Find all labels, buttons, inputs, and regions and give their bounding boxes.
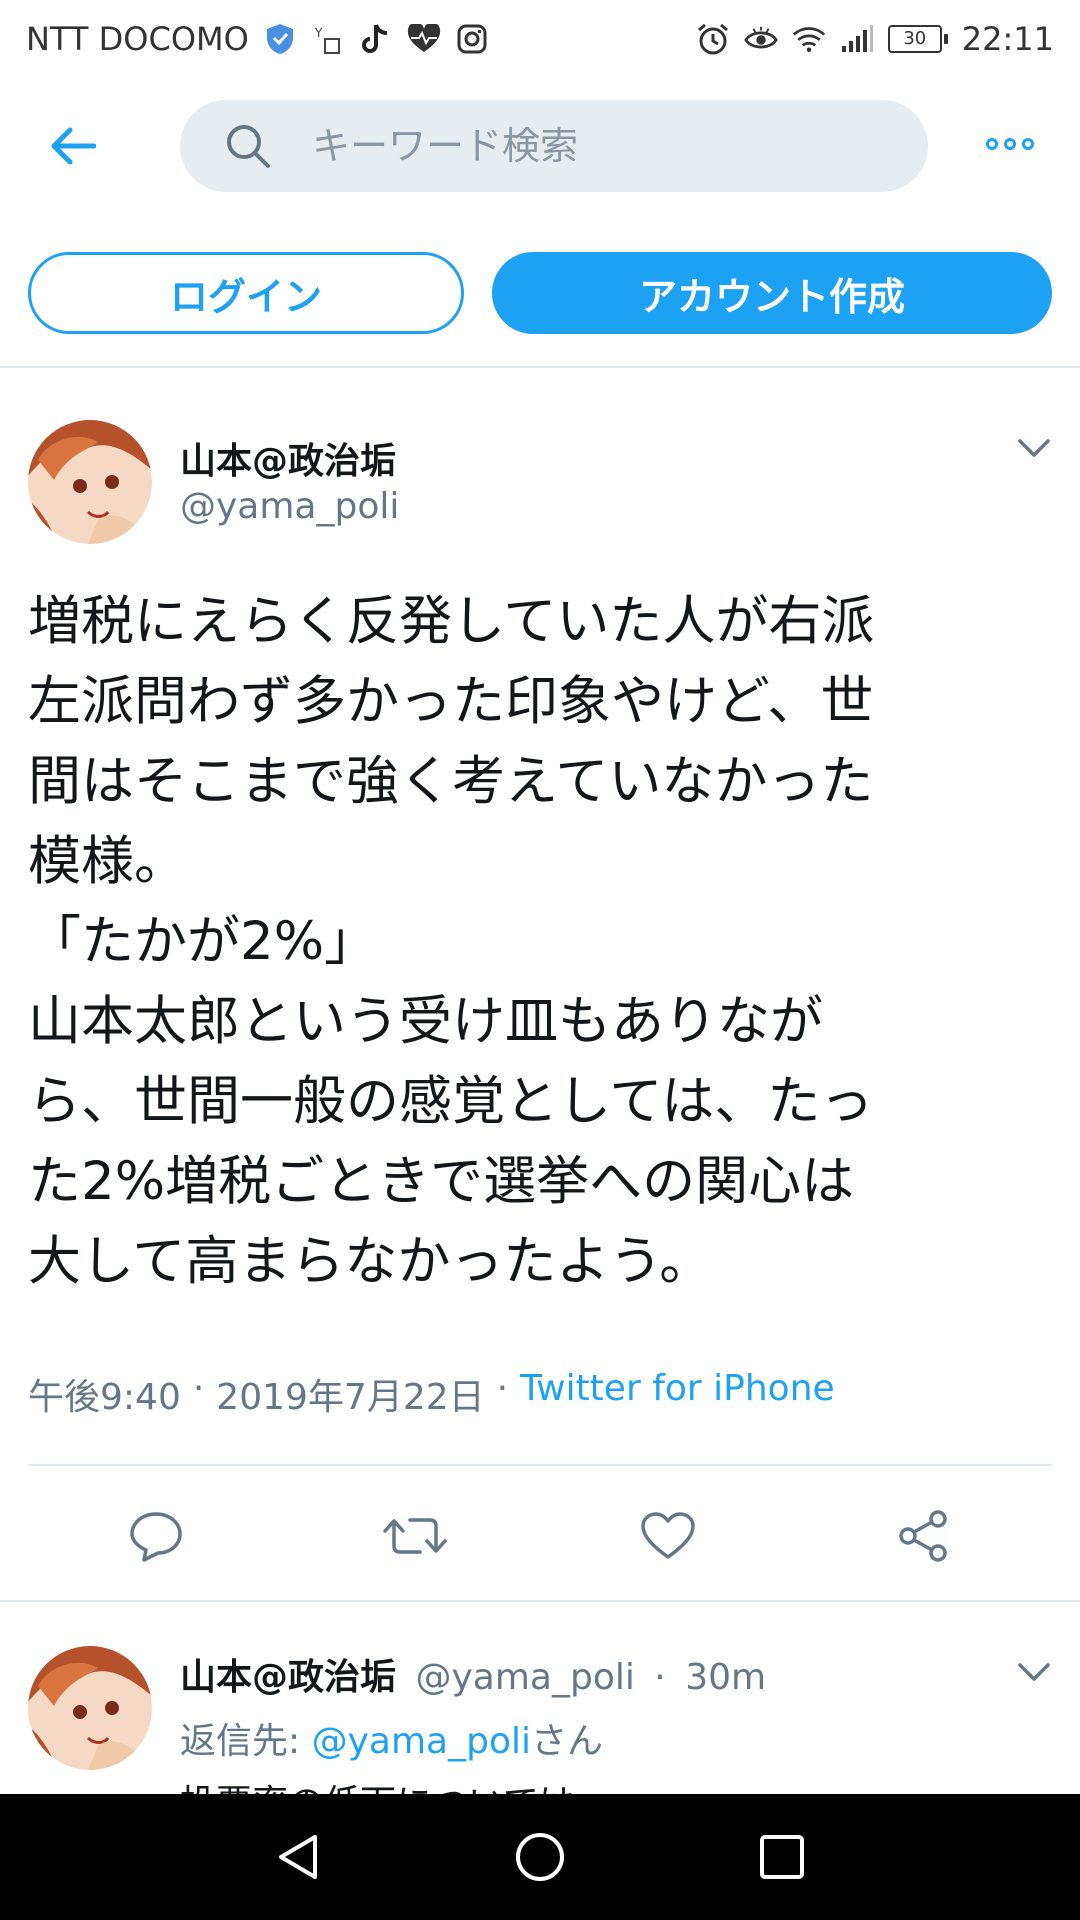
reply-author-handle[interactable]: @yama_poli — [415, 1657, 634, 1698]
more-dot-icon — [1004, 138, 1016, 150]
login-button[interactable]: ログイン — [28, 252, 464, 334]
square-recents-icon — [760, 1835, 804, 1879]
back-button[interactable] — [40, 114, 104, 178]
share-icon — [899, 1510, 947, 1562]
like-button[interactable] — [638, 1506, 698, 1566]
triangle-back-icon — [279, 1835, 317, 1879]
reply-separator: · — [654, 1657, 666, 1698]
share-button[interactable] — [894, 1506, 954, 1566]
search-input[interactable] — [310, 123, 874, 169]
heart-icon — [641, 1512, 695, 1559]
avatar-illustration — [28, 1646, 152, 1770]
battery-indicator: 30 — [887, 25, 948, 53]
reply-header: 山本@政治垢 @yama_poli · 30m — [180, 1648, 766, 1700]
reply-author-name[interactable]: 山本@政治垢 — [180, 1657, 396, 1698]
nfc-icon: Y — [311, 22, 345, 56]
tiktok-icon — [359, 22, 393, 56]
tweet-actions — [0, 1496, 1080, 1576]
wifi-icon — [792, 22, 826, 56]
tweet-divider — [0, 1600, 1080, 1602]
retweet-button[interactable] — [380, 1506, 450, 1566]
header-divider — [0, 366, 1080, 368]
signal-icon — [840, 22, 874, 56]
more-dot-icon — [1022, 138, 1034, 150]
reply-icon — [130, 1512, 182, 1562]
tweet-author-handle[interactable]: @yama_poli — [180, 486, 399, 527]
search-icon — [224, 122, 272, 170]
auth-buttons: ログイン アカウント作成 — [0, 252, 1080, 334]
meta-divider — [28, 1464, 1052, 1466]
tweet-author-name[interactable]: 山本@政治垢 — [180, 432, 396, 484]
search-box[interactable] — [180, 100, 928, 192]
alarm-icon — [696, 22, 730, 56]
avatar-illustration — [28, 420, 152, 544]
nav-recents-button[interactable] — [752, 1827, 812, 1887]
svg-text:Y: Y — [314, 26, 323, 40]
chevron-down-icon[interactable] — [1014, 428, 1054, 468]
tweet-text: 増税にえらく反発していた人が右派 左派問わず多かった印象やけど、世 間はそこまで… — [28, 591, 875, 1292]
retweet-icon — [383, 1518, 447, 1554]
tweet-time: 午後9:40 — [28, 1377, 181, 1418]
instagram-icon — [455, 22, 489, 56]
status-bar: NTT DOCOMO Y 30 22:11 — [0, 0, 1080, 78]
reply-button[interactable] — [126, 1506, 186, 1566]
search-header — [0, 78, 1080, 216]
clock: 22:11 — [961, 20, 1054, 58]
meta-separator: · — [496, 1368, 509, 1409]
meta-separator: · — [192, 1368, 205, 1409]
more-options-button[interactable] — [980, 124, 1040, 164]
more-dot-icon — [986, 138, 998, 150]
eye-icon — [744, 22, 778, 56]
tweet-source-link[interactable]: Twitter for iPhone — [520, 1368, 835, 1420]
replying-to-suffix: さん — [530, 1721, 603, 1762]
tweet-date: 2019年7月22日 — [216, 1377, 485, 1418]
heart-pulse-icon — [407, 22, 441, 56]
create-account-button[interactable]: アカウント作成 — [492, 252, 1052, 334]
arrow-left-icon — [51, 127, 96, 165]
replying-to-prefix: 返信先: — [180, 1721, 301, 1762]
battery-cap — [943, 34, 948, 44]
reply-avatar[interactable] — [28, 1646, 152, 1770]
replying-to-handle[interactable]: @yama_poli — [312, 1721, 531, 1762]
battery-level: 30 — [887, 25, 942, 53]
reply-age: 30m — [685, 1657, 767, 1698]
replying-to: 返信先: @yama_poliさん — [180, 1712, 603, 1764]
avatar[interactable] — [28, 420, 152, 544]
circle-home-icon — [516, 1833, 564, 1881]
carrier-label: NTT DOCOMO — [26, 20, 249, 58]
nav-back-button[interactable] — [268, 1827, 328, 1887]
reply-chevron-down-icon[interactable] — [1014, 1652, 1054, 1692]
shield-icon — [263, 22, 297, 56]
nav-home-button[interactable] — [510, 1827, 570, 1887]
navigation-bar — [0, 1794, 1080, 1920]
tweet-meta: 午後9:40 · 2019年7月22日 · Twitter for iPhone — [28, 1368, 835, 1420]
